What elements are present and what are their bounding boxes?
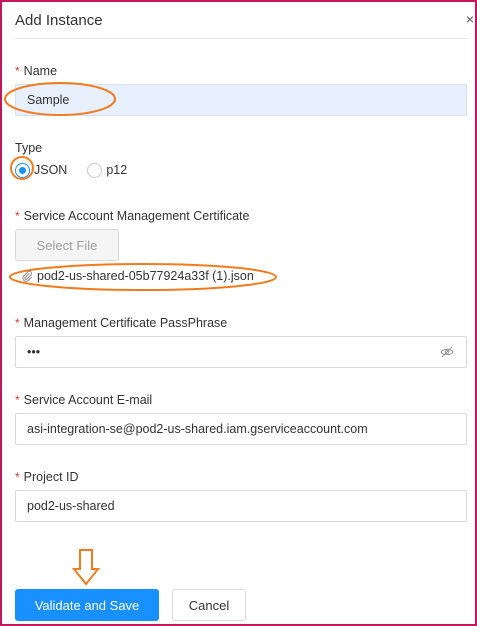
radio-p12[interactable] — [87, 162, 103, 178]
eye-slash-icon[interactable] — [440, 346, 454, 358]
name-input[interactable]: Sample — [15, 84, 467, 116]
passphrase-label: * Management Certificate PassPhrase — [15, 316, 227, 330]
name-label-text: Name — [23, 64, 58, 78]
name-value: Sample — [27, 93, 70, 107]
uploaded-file[interactable]: pod2-us-shared-05b77924a33f (1).json — [21, 269, 254, 283]
close-icon[interactable]: × — [466, 11, 474, 27]
radio-json[interactable] — [15, 162, 30, 178]
project-label: * Project ID — [15, 470, 79, 484]
name-label: * Name — [15, 64, 57, 78]
dialog: Add Instance × * Name Sample Type JSON p1… — [0, 0, 477, 626]
passphrase-label-text: Management Certificate PassPhrase — [23, 316, 228, 330]
required-mark: * — [15, 64, 20, 78]
validate-and-save-button[interactable]: Validate and Save — [15, 589, 159, 621]
email-label: * Service Account E-mail — [15, 393, 152, 407]
required-mark: * — [15, 470, 20, 484]
email-label-text: Service Account E-mail — [23, 393, 153, 407]
type-label: Type — [15, 141, 43, 155]
certificate-label-text: Service Account Management Certificate — [23, 209, 250, 223]
project-value: pod2-us-shared — [27, 499, 115, 513]
certificate-label: * Service Account Management Certificate — [15, 209, 249, 223]
project-input[interactable]: pod2-us-shared — [15, 490, 467, 522]
title-divider — [15, 38, 467, 39]
dialog-title: Add Instance — [15, 12, 103, 29]
radio-json-label[interactable]: JSON — [34, 163, 67, 177]
required-mark: * — [15, 316, 20, 330]
paperclip-icon — [22, 270, 32, 282]
cancel-button[interactable]: Cancel — [172, 589, 246, 621]
project-label-text: Project ID — [23, 470, 79, 484]
email-value: asi-integration-se@pod2-us-shared.iam.gs… — [27, 422, 368, 436]
type-radio-group: JSON p12 — [15, 160, 147, 180]
file-name: pod2-us-shared-05b77924a33f (1).json — [37, 269, 254, 283]
required-mark: * — [15, 209, 20, 223]
passphrase-input[interactable]: ••• — [15, 336, 467, 368]
select-file-button[interactable]: Select File — [15, 229, 119, 261]
passphrase-value: ••• — [27, 345, 41, 359]
email-input[interactable]: asi-integration-se@pod2-us-shared.iam.gs… — [15, 413, 467, 445]
radio-p12-label[interactable]: p12 — [106, 163, 127, 177]
required-mark: * — [15, 393, 20, 407]
